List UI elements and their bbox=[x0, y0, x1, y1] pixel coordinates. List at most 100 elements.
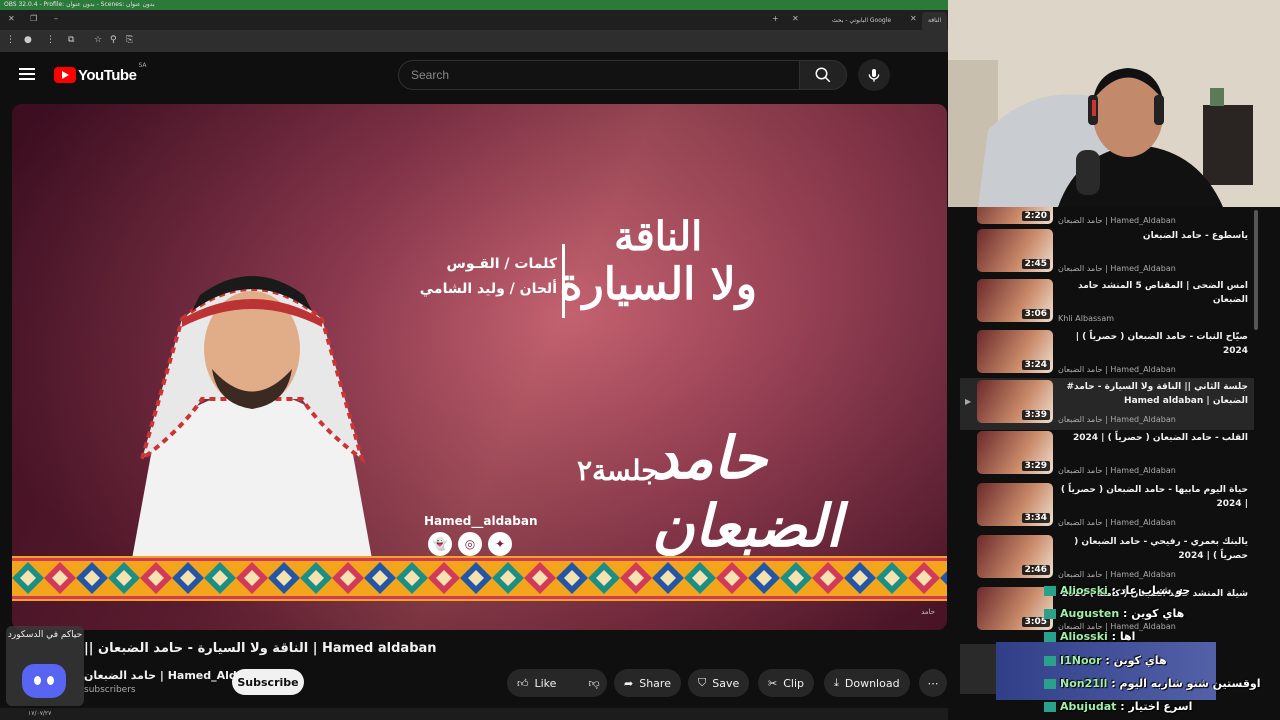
recommendation-thumbnail[interactable]: 3:34 bbox=[977, 483, 1053, 526]
save-button[interactable]: ⛉ Save bbox=[688, 669, 750, 697]
save-label: Save bbox=[712, 676, 740, 690]
recommendation-thumbnail[interactable]: 3:39 bbox=[977, 380, 1053, 423]
chat-text: : اوقستين شنو شاربه اليوم bbox=[1111, 677, 1261, 690]
recommendation-item[interactable]: 3:34 حياة اليوم مابيها - حامد الضبعان ( ح… bbox=[960, 481, 1254, 533]
recommendation-channel[interactable]: حامد الضبعان | Hamed_Aldaban bbox=[1058, 415, 1176, 424]
share-label: Share bbox=[639, 676, 671, 690]
duration-badge: 3:06 bbox=[1021, 309, 1050, 319]
taskbar: ١٧/٠٧/٢٧ bbox=[0, 708, 948, 720]
recommendation-thumbnail[interactable]: 2:46 bbox=[977, 535, 1053, 578]
recommendation-title[interactable]: جلسة الثاني || الناقة ولا السيارة - حامد… bbox=[1058, 380, 1248, 409]
recommendation-thumbnail[interactable]: 3:06 bbox=[977, 279, 1053, 322]
browser-tab-strip: ✕ ❐ – + ✕ البابوتي - بحث Google ✕ الناقة bbox=[0, 10, 948, 30]
credits-block: كلمات / القـوس ألحان / وليد الشامي bbox=[397, 252, 557, 302]
like-label: Like bbox=[534, 676, 557, 690]
chat-text: : اسرع اختيار bbox=[1120, 700, 1193, 713]
chat-badge-icon bbox=[1044, 702, 1056, 712]
subscribe-button[interactable]: Subscribe bbox=[232, 669, 304, 695]
tab-youtube-active[interactable]: الناقة bbox=[922, 12, 948, 30]
recommendation-channel[interactable]: حامد الضبعان | Hamed_Aldaban bbox=[1058, 466, 1176, 475]
twitter-icon: ✦ bbox=[488, 532, 512, 556]
restore-window-icon[interactable]: ❐ bbox=[30, 14, 37, 23]
chat-username: Aliosski bbox=[1060, 630, 1108, 643]
recommendation-title[interactable]: يالبنك بعمري - رفيحي - حامد الضبعان ( حص… bbox=[1058, 535, 1248, 564]
recommendation-thumbnail[interactable]: 2:20 bbox=[977, 207, 1053, 224]
extensions-icon[interactable]: ⋮ bbox=[6, 35, 15, 45]
recommendation-channel[interactable]: حامد الضبعان | Hamed_Aldaban bbox=[1058, 365, 1176, 374]
chat-bg-image bbox=[996, 642, 1216, 700]
duration-badge: 2:45 bbox=[1021, 259, 1050, 269]
country-code: SA bbox=[138, 62, 147, 69]
chat-badge-icon bbox=[1044, 632, 1056, 642]
recommendation-channel[interactable]: حامد الضبعان | Hamed_Aldaban bbox=[1058, 264, 1176, 273]
search-input[interactable] bbox=[411, 61, 799, 89]
voice-search-button[interactable] bbox=[858, 59, 890, 91]
discord-invite-text: حياكم في الدسكورد bbox=[7, 630, 83, 640]
video-player[interactable]: كلمات / القـوس ألحان / وليد الشامي الناق… bbox=[12, 104, 947, 630]
recommendation-title[interactable]: حياة اليوم مابيها - حامد الضبعان ( حصريا… bbox=[1058, 483, 1248, 512]
minimize-window-icon[interactable]: – bbox=[54, 14, 58, 23]
recommendation-channel[interactable]: Khli Albassam bbox=[1058, 314, 1114, 323]
recommendation-channel[interactable]: حامد الضبعان | Hamed_Aldaban bbox=[1058, 216, 1176, 225]
hamburger-menu-icon[interactable] bbox=[19, 68, 35, 80]
credit-lyrics: كلمات / القـوس bbox=[446, 256, 557, 272]
stream-chat-overlay: Aliosski : جو شباب عاد Augusten : هاي كوي… bbox=[960, 580, 1261, 720]
recommendation-thumbnail[interactable]: 2:45 bbox=[977, 229, 1053, 272]
copy-icon[interactable]: ⧉ bbox=[68, 35, 74, 45]
recommendation-item[interactable]: 2:45 ياسطوع - حامد الضبعان حامد الضبعان | … bbox=[960, 227, 1254, 279]
translate-icon[interactable]: ⎘ bbox=[126, 35, 133, 45]
chat-username: Abujudat bbox=[1060, 700, 1117, 713]
recommendation-item-now-playing[interactable]: ▶ 3:39 جلسة الثاني || الناقة ولا السيارة -… bbox=[960, 378, 1254, 430]
download-button[interactable]: ⤓ Download bbox=[824, 669, 910, 697]
new-tab-button[interactable]: + bbox=[772, 14, 779, 23]
chat-message: I1Noor : هاي كوين bbox=[1044, 654, 1167, 667]
clip-button[interactable]: ✂ Clip bbox=[758, 669, 814, 697]
recommendation-title[interactable]: ياسطوع - حامد الضبعان bbox=[1058, 229, 1248, 243]
chat-text: : اها bbox=[1111, 630, 1136, 643]
recommendation-title[interactable]: امس الضحى | المقناص 5 المنشد حامد الضبعا… bbox=[1058, 279, 1248, 308]
back-icon[interactable]: ⋮ bbox=[46, 35, 55, 45]
like-button[interactable]: 👍︎ Like bbox=[507, 669, 566, 697]
recommendation-channel[interactable]: حامد الضبعان | Hamed_Aldaban bbox=[1058, 518, 1176, 527]
share-icon: ➦ bbox=[624, 676, 634, 690]
recommendation-thumbnail[interactable]: 3:29 bbox=[977, 431, 1053, 474]
search-button[interactable] bbox=[799, 60, 847, 90]
recommendation-channel[interactable]: حامد الضبعان | Hamed_Aldaban bbox=[1058, 570, 1176, 579]
close-tab-icon[interactable]: ✕ bbox=[792, 14, 799, 23]
chat-username: Non21ll bbox=[1060, 677, 1108, 690]
recommendation-item[interactable]: 2:46 يالبنك بعمري - رفيحي - حامد الضبعان … bbox=[960, 533, 1254, 585]
screen: OBS 32.0.4 - Profile: بدون عنوان - Scene… bbox=[0, 0, 1280, 720]
dislike-button[interactable]: 👎︎ bbox=[578, 669, 609, 697]
like-dislike-group: 👍︎ Like 👎︎ bbox=[507, 669, 607, 697]
chat-username: Augusten bbox=[1060, 607, 1120, 620]
download-icon: ⤓ bbox=[834, 676, 839, 689]
youtube-logo[interactable]: YouTube SA bbox=[54, 62, 146, 84]
recommendation-thumbnail[interactable]: 3:24 bbox=[977, 330, 1053, 373]
social-icons: 👻 ◎ ✦ bbox=[428, 532, 512, 556]
youtube-logo-text: YouTube bbox=[78, 66, 137, 84]
chat-bg-dark bbox=[960, 644, 996, 694]
chat-text: : هاي كوين bbox=[1105, 654, 1167, 667]
recommendation-item[interactable]: 3:24 صيّاح النبات - حامد الضبعان ( حصرياً… bbox=[960, 328, 1254, 380]
close-window-icon[interactable]: ✕ bbox=[8, 14, 15, 23]
duration-badge: 2:46 bbox=[1021, 565, 1050, 575]
channel-subscribers: subscribers bbox=[84, 685, 136, 695]
share-button[interactable]: ➦ Share bbox=[614, 669, 681, 697]
video-title: || الناقة ولا السيارة - حامد الضبعان | H… bbox=[84, 641, 437, 656]
key-icon[interactable]: ⚲ bbox=[110, 35, 117, 45]
recommendation-title[interactable]: القلب - حامد الضبعان ( حصرياً ) | 2024 bbox=[1058, 431, 1248, 445]
duration-badge: 3:24 bbox=[1021, 360, 1050, 370]
profile-icon[interactable]: ● bbox=[24, 35, 32, 45]
tab-google-search[interactable]: البابوتي - بحث Google bbox=[826, 12, 897, 30]
more-actions-button[interactable]: ⋯ bbox=[919, 669, 947, 697]
recommendations-scrollbar[interactable] bbox=[1254, 210, 1258, 330]
recommendation-item[interactable]: 3:29 القلب - حامد الضبعان ( حصرياً ) | 20… bbox=[960, 429, 1254, 481]
instagram-icon: ◎ bbox=[458, 532, 482, 556]
recommendation-title[interactable]: صيّاح النبات - حامد الضبعان ( حصرياً ) |… bbox=[1058, 330, 1248, 359]
duration-badge: 3:39 bbox=[1021, 410, 1050, 420]
bookmark-star-icon[interactable]: ☆ bbox=[94, 35, 102, 45]
recommendation-item[interactable]: 3:06 امس الضحى | المقناص 5 المنشد حامد ال… bbox=[960, 277, 1254, 329]
close-tab-icon[interactable]: ✕ bbox=[910, 14, 917, 23]
download-label: Download bbox=[844, 676, 900, 690]
chat-username: Aliosski bbox=[1060, 584, 1108, 597]
